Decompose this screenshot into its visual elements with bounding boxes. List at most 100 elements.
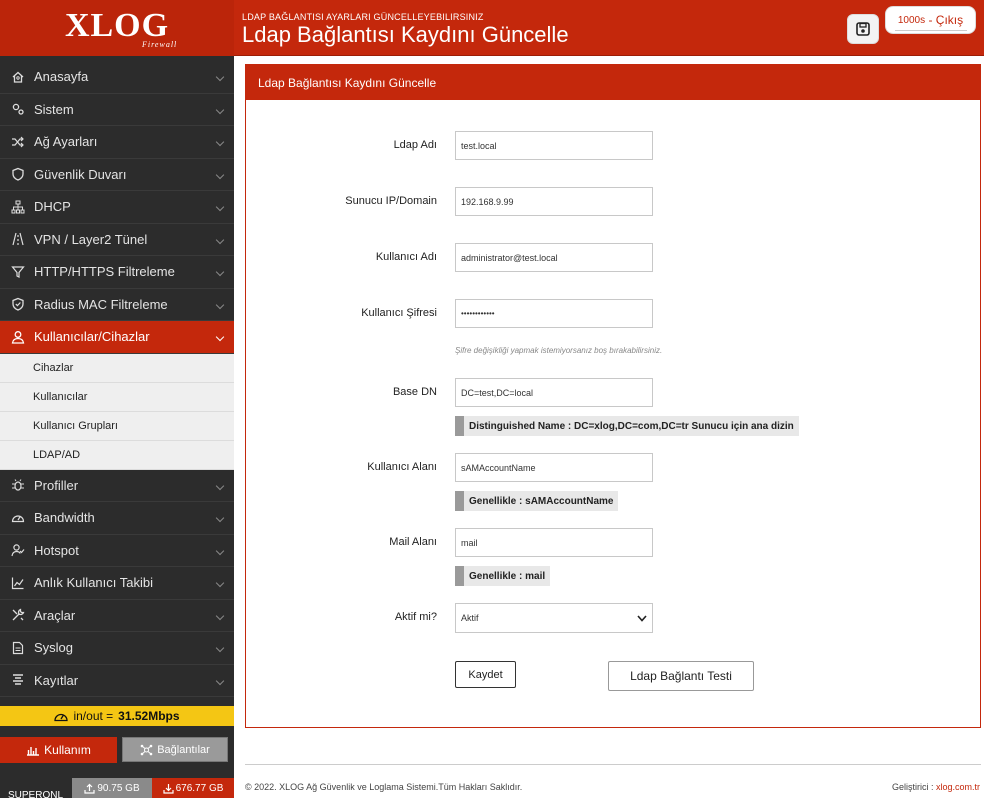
logo[interactable]: XLOG Firewall [0, 0, 234, 56]
sidebar-item-anasayfa[interactable]: Anasayfa [0, 61, 234, 94]
mail-field-tip: Genellikle : mail [455, 566, 551, 586]
device-name: SUPERONL [8, 790, 64, 798]
connections-label: Bağlantılar [157, 743, 210, 756]
server-label: Sunucu IP/Domain [345, 195, 437, 207]
chevron-down-icon [215, 513, 225, 523]
sidebar-item-vpn[interactable]: VPN / Layer2 Tünel [0, 224, 234, 256]
copyright-text: © 2022. XLOG Ağ Güvenlik ve Loglama Sist… [245, 782, 523, 792]
sidebar-item-label: Kayıtlar [34, 672, 79, 688]
chevron-down-icon [215, 546, 225, 555]
developer-link[interactable]: xlog.com.tr [936, 782, 980, 792]
network-icon [140, 744, 153, 755]
active-select-value: Aktif [461, 613, 479, 623]
sidebar-subitem-kullanici-gruplari[interactable]: Kullanıcı Grupları [0, 412, 234, 441]
ldap-name-label: Ldap Adı [393, 139, 437, 151]
sidebar-item-hotspot[interactable]: Hotspot [0, 535, 234, 567]
save-config-button[interactable] [847, 14, 879, 44]
mail-field-input[interactable]: mail [455, 528, 653, 557]
chevron-down-icon [215, 300, 225, 309]
sidebar-item-kullanicilar-cihazlar[interactable]: Kullanıcılar/Cihazlar [0, 321, 234, 354]
sidebar-item-label: HTTP/HTTPS Filtreleme [34, 264, 175, 280]
chevron-down-icon [215, 578, 225, 588]
sidebar-subitem-ldap-ad[interactable]: LDAP/AD [0, 441, 234, 470]
filter-icon [11, 265, 25, 279]
sidebar-item-kayitlar[interactable]: Kayıtlar [0, 665, 234, 697]
throughput-value: 31.52Mbps [118, 709, 180, 723]
sidebar-item-label: DHCP [34, 199, 71, 215]
gauge-icon [11, 511, 25, 525]
developer-label: Geliştirici : [891, 782, 934, 792]
sidebar-subitem-cihazlar[interactable]: Cihazlar [0, 354, 234, 383]
download-icon [162, 783, 174, 794]
sidebar-nav: Anasayfa Sistem Ağ Ayarları Güvenlik Duv… [0, 61, 234, 697]
sidebar-item-dhcp[interactable]: DHCP [0, 191, 234, 224]
password-input[interactable]: •••••••••••• [455, 299, 653, 328]
logout-label: Çıkış [935, 13, 964, 27]
sidebar-submenu: Cihazlar Kullanıcılar Kullanıcı Grupları… [0, 353, 234, 470]
ldap-form-panel: Ldap Bağlantısı Kaydını Güncelle Ldap Ad… [245, 64, 981, 728]
sidebar-item-label: Anlık Kullanıcı Takibi [34, 575, 153, 591]
upload-value: 90.75 GB [97, 782, 140, 794]
chevron-down-icon [215, 72, 225, 82]
user-field-input[interactable]: sAMAccountName [455, 453, 653, 482]
sidebar-item-label: Güvenlik Duvarı [34, 166, 127, 182]
save-button[interactable]: Kaydet [455, 661, 516, 688]
upload-total: 90.75 GB [72, 778, 152, 798]
floppy-disk-icon [856, 22, 870, 36]
chart-line-icon [11, 576, 25, 590]
download-value: 676.77 GB [175, 782, 224, 794]
connections-button[interactable]: Bağlantılar [122, 737, 228, 762]
bar-chart-icon [27, 747, 40, 756]
panel-title: Ldap Bağlantısı Kaydını Güncelle [246, 65, 980, 100]
user-field-label: Kullanıcı Alanı [367, 461, 437, 473]
sitemap-icon [11, 200, 25, 214]
chevron-down-icon [215, 170, 225, 179]
usage-button[interactable]: Kullanım [0, 737, 117, 763]
logo-text: XLOG [64, 7, 170, 44]
throughput-label: in/out = [73, 709, 114, 723]
chevron-down-icon [215, 235, 225, 244]
speedometer-icon [54, 713, 69, 722]
server-input[interactable]: 192.168.9.99 [455, 187, 653, 216]
upload-icon [84, 783, 95, 794]
active-select[interactable]: Aktif [455, 603, 653, 633]
sidebar-item-radius-mac[interactable]: Radius MAC Filtreleme [0, 289, 234, 321]
sidebar-item-ag-ayarlari[interactable]: Ağ Ayarları [0, 126, 234, 159]
bug-icon [11, 478, 25, 492]
base-dn-tip: Distinguished Name : DC=xlog,DC=com,DC=t… [455, 416, 799, 436]
download-total: 676.77 GB [152, 778, 234, 798]
sidebar-item-label: Kullanıcılar/Cihazlar [34, 329, 150, 345]
sidebar-item-guvenlik-duvari[interactable]: Güvenlik Duvarı [0, 159, 234, 191]
active-label: Aktif mi? [394, 611, 437, 623]
chevron-down-icon [215, 643, 225, 653]
sidebar-subitem-kullanicilar[interactable]: Kullanıcılar [0, 383, 234, 412]
road-icon [11, 232, 25, 246]
shield-check-icon [11, 297, 25, 311]
user-icon [11, 330, 25, 344]
ldap-test-button[interactable]: Ldap Bağlantı Testi [608, 661, 754, 691]
sidebar-item-araclar[interactable]: Araçlar [0, 600, 234, 632]
sidebar-item-syslog[interactable]: Syslog [0, 632, 234, 665]
username-input[interactable]: administrator@test.local [455, 243, 653, 272]
base-dn-label: Base DN [392, 386, 437, 398]
sidebar-item-profiller[interactable]: Profiller [0, 470, 234, 502]
base-dn-input[interactable]: DC=test,DC=local [455, 378, 653, 407]
chevron-down-icon [215, 481, 225, 490]
home-icon [11, 70, 25, 84]
mail-field-label: Mail Alanı [389, 536, 437, 548]
sidebar-item-label: Profiller [34, 477, 79, 493]
sidebar-item-bandwidth[interactable]: Bandwidth [0, 502, 234, 535]
chevron-down-icon [215, 611, 225, 620]
page-subtitle: LDAP BAĞLANTISI AYARLARI GÜNCELLEYEBILIR… [242, 12, 484, 22]
chevron-down-icon [215, 332, 225, 342]
sidebar-item-label: Anasayfa [34, 69, 89, 85]
chevron-down-icon [215, 267, 225, 277]
sidebar-item-label: Sistem [34, 101, 74, 117]
sidebar-item-http-filtreleme[interactable]: HTTP/HTTPS Filtreleme [0, 256, 234, 289]
ldap-name-input[interactable]: test.local [455, 131, 653, 160]
sidebar-item-anlik-kullanici[interactable]: Anlık Kullanıcı Takibi [0, 567, 234, 600]
sidebar-item-label: Araçlar [34, 607, 76, 623]
user-check-icon [11, 543, 25, 557]
password-label: Kullanıcı Şifresi [361, 307, 437, 319]
sidebar-item-sistem[interactable]: Sistem [0, 94, 234, 126]
